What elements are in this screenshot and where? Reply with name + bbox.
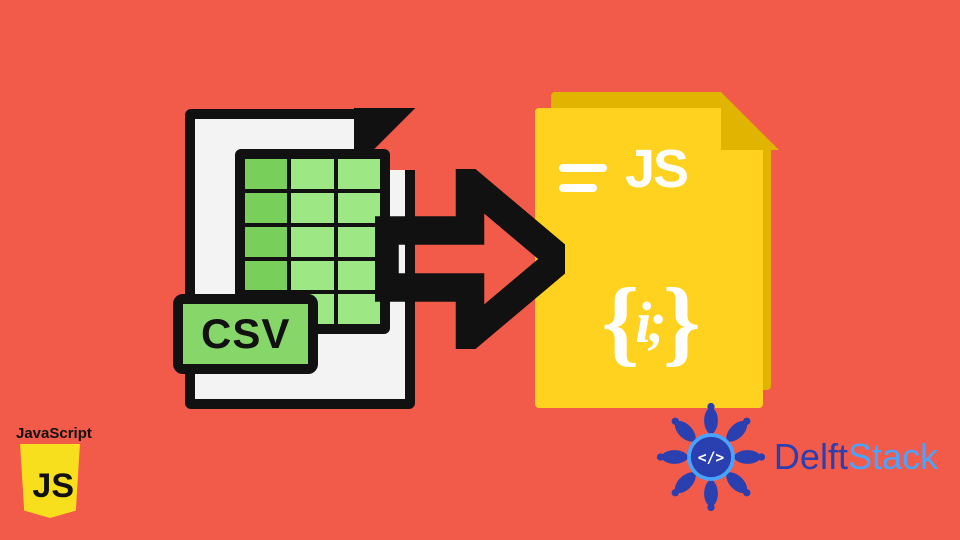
code-braces-icon: {i;} (535, 274, 763, 370)
javascript-badge-title: JavaScript (16, 425, 92, 442)
arrow-right-icon (375, 169, 565, 349)
delftstack-logo: </> DelftStack (656, 402, 938, 512)
js-shield-text: JS (32, 467, 74, 506)
js-page: JS {i;} (535, 108, 763, 408)
brand-name-part2: Stack (848, 436, 938, 477)
brand-name-part1: Delft (774, 436, 848, 477)
js-shield-icon: JS (16, 444, 84, 518)
csv-badge-label: CSV (173, 294, 318, 374)
delftstack-wordmark: DelftStack (774, 436, 938, 478)
js-extension-label: JS (625, 138, 687, 200)
javascript-badge: JavaScript JS (16, 425, 92, 518)
hero-graphic: CSV JS {i;} (185, 104, 775, 414)
mandala-icon: </> (656, 402, 766, 512)
page-fold-icon (721, 92, 779, 150)
js-file-icon: JS {i;} (535, 104, 775, 414)
decorative-line-icon (559, 164, 607, 172)
svg-text:</>: </> (698, 450, 725, 467)
